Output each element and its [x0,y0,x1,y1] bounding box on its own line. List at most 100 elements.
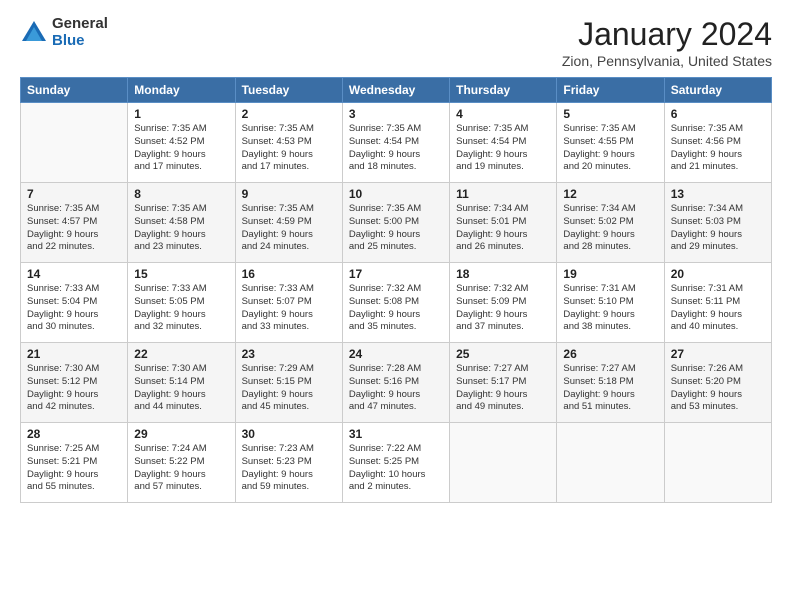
day-number: 29 [134,427,228,441]
day-info: Sunrise: 7:33 AM Sunset: 5:05 PM Dayligh… [134,283,228,334]
day-cell: 26 Sunrise: 7:27 AM Sunset: 5:18 PM Dayli… [557,343,664,423]
day-info: Sunrise: 7:35 AM Sunset: 4:53 PM Dayligh… [242,123,336,174]
col-tuesday: Tuesday [235,78,342,103]
week-row-1: 1 Sunrise: 7:35 AM Sunset: 4:52 PM Daylig… [21,103,772,183]
day-info: Sunrise: 7:35 AM Sunset: 4:57 PM Dayligh… [27,203,121,254]
day-info: Sunrise: 7:35 AM Sunset: 4:59 PM Dayligh… [242,203,336,254]
day-cell: 1 Sunrise: 7:35 AM Sunset: 4:52 PM Daylig… [128,103,235,183]
logo-icon [20,19,48,47]
day-info: Sunrise: 7:26 AM Sunset: 5:20 PM Dayligh… [671,363,765,414]
day-number: 10 [349,187,443,201]
day-cell: 20 Sunrise: 7:31 AM Sunset: 5:11 PM Dayli… [664,263,771,343]
day-cell: 17 Sunrise: 7:32 AM Sunset: 5:08 PM Dayli… [342,263,449,343]
day-cell: 31 Sunrise: 7:22 AM Sunset: 5:25 PM Dayli… [342,423,449,503]
day-cell: 4Sunrise: 7:35 AM Sunset: 4:54 PM Daylig… [450,103,557,183]
day-cell: 10Sunrise: 7:35 AM Sunset: 5:00 PM Dayli… [342,183,449,263]
day-number: 8 [134,187,228,201]
calendar-page: General Blue January 2024 Zion, Pennsylv… [0,0,792,612]
day-number: 31 [349,427,443,441]
day-number: 3 [349,107,443,121]
week-row-5: 28Sunrise: 7:25 AM Sunset: 5:21 PM Dayli… [21,423,772,503]
day-info: Sunrise: 7:35 AM Sunset: 4:52 PM Dayligh… [134,123,228,174]
day-info: Sunrise: 7:33 AM Sunset: 5:07 PM Dayligh… [242,283,336,334]
day-info: Sunrise: 7:35 AM Sunset: 4:56 PM Dayligh… [671,123,765,174]
day-info: Sunrise: 7:34 AM Sunset: 5:03 PM Dayligh… [671,203,765,254]
day-info: Sunrise: 7:32 AM Sunset: 5:08 PM Dayligh… [349,283,443,334]
day-number: 20 [671,267,765,281]
day-info: Sunrise: 7:34 AM Sunset: 5:01 PM Dayligh… [456,203,550,254]
day-cell: 6 Sunrise: 7:35 AM Sunset: 4:56 PM Daylig… [664,103,771,183]
logo-text: General Blue [52,16,108,49]
day-number: 27 [671,347,765,361]
day-number: 15 [134,267,228,281]
day-info: Sunrise: 7:34 AM Sunset: 5:02 PM Dayligh… [563,203,657,254]
day-number: 9 [242,187,336,201]
header: General Blue January 2024 Zion, Pennsylv… [20,16,772,69]
day-info: Sunrise: 7:28 AM Sunset: 5:16 PM Dayligh… [349,363,443,414]
day-cell: 16 Sunrise: 7:33 AM Sunset: 5:07 PM Dayli… [235,263,342,343]
location-subtitle: Zion, Pennsylvania, United States [562,53,772,69]
day-info: Sunrise: 7:33 AM Sunset: 5:04 PM Dayligh… [27,283,121,334]
header-row: Sunday Monday Tuesday Wednesday Thursday… [21,78,772,103]
month-title: January 2024 [562,16,772,53]
week-row-3: 14 Sunrise: 7:33 AM Sunset: 5:04 PM Dayli… [21,263,772,343]
day-number: 17 [349,267,443,281]
day-number: 12 [563,187,657,201]
day-info: Sunrise: 7:30 AM Sunset: 5:12 PM Dayligh… [27,363,121,414]
day-cell: 8 Sunrise: 7:35 AM Sunset: 4:58 PM Daylig… [128,183,235,263]
day-number: 28 [27,427,121,441]
day-cell: 7Sunrise: 7:35 AM Sunset: 4:57 PM Daylig… [21,183,128,263]
day-info: Sunrise: 7:27 AM Sunset: 5:18 PM Dayligh… [563,363,657,414]
day-cell: 28Sunrise: 7:25 AM Sunset: 5:21 PM Dayli… [21,423,128,503]
day-info: Sunrise: 7:35 AM Sunset: 4:55 PM Dayligh… [563,123,657,174]
day-number: 26 [563,347,657,361]
day-cell: 9 Sunrise: 7:35 AM Sunset: 4:59 PM Daylig… [235,183,342,263]
day-number: 25 [456,347,550,361]
day-cell: 22Sunrise: 7:30 AM Sunset: 5:14 PM Dayli… [128,343,235,423]
day-cell: 30Sunrise: 7:23 AM Sunset: 5:23 PM Dayli… [235,423,342,503]
day-number: 4 [456,107,550,121]
day-cell: 25 Sunrise: 7:27 AM Sunset: 5:17 PM Dayli… [450,343,557,423]
day-number: 23 [242,347,336,361]
day-info: Sunrise: 7:24 AM Sunset: 5:22 PM Dayligh… [134,443,228,494]
day-number: 16 [242,267,336,281]
day-cell: 3 Sunrise: 7:35 AM Sunset: 4:54 PM Daylig… [342,103,449,183]
title-block: January 2024 Zion, Pennsylvania, United … [562,16,772,69]
day-cell: 27 Sunrise: 7:26 AM Sunset: 5:20 PM Dayli… [664,343,771,423]
day-cell: 15 Sunrise: 7:33 AM Sunset: 5:05 PM Dayli… [128,263,235,343]
day-number: 21 [27,347,121,361]
day-info: Sunrise: 7:23 AM Sunset: 5:23 PM Dayligh… [242,443,336,494]
day-info: Sunrise: 7:35 AM Sunset: 4:54 PM Dayligh… [349,123,443,174]
day-number: 5 [563,107,657,121]
day-cell: 18Sunrise: 7:32 AM Sunset: 5:09 PM Dayli… [450,263,557,343]
day-info: Sunrise: 7:31 AM Sunset: 5:11 PM Dayligh… [671,283,765,334]
day-cell [557,423,664,503]
logo-general: General [52,15,108,32]
day-cell: 13Sunrise: 7:34 AM Sunset: 5:03 PM Dayli… [664,183,771,263]
day-cell [21,103,128,183]
col-friday: Friday [557,78,664,103]
day-info: Sunrise: 7:35 AM Sunset: 4:58 PM Dayligh… [134,203,228,254]
week-row-2: 7Sunrise: 7:35 AM Sunset: 4:57 PM Daylig… [21,183,772,263]
day-number: 2 [242,107,336,121]
day-number: 6 [671,107,765,121]
day-cell: 5 Sunrise: 7:35 AM Sunset: 4:55 PM Daylig… [557,103,664,183]
col-sunday: Sunday [21,78,128,103]
day-cell [664,423,771,503]
calendar-table: Sunday Monday Tuesday Wednesday Thursday… [20,77,772,503]
day-number: 22 [134,347,228,361]
day-cell [450,423,557,503]
col-wednesday: Wednesday [342,78,449,103]
day-number: 19 [563,267,657,281]
day-info: Sunrise: 7:27 AM Sunset: 5:17 PM Dayligh… [456,363,550,414]
day-number: 14 [27,267,121,281]
day-cell: 19Sunrise: 7:31 AM Sunset: 5:10 PM Dayli… [557,263,664,343]
col-saturday: Saturday [664,78,771,103]
day-cell: 2 Sunrise: 7:35 AM Sunset: 4:53 PM Daylig… [235,103,342,183]
day-info: Sunrise: 7:29 AM Sunset: 5:15 PM Dayligh… [242,363,336,414]
day-info: Sunrise: 7:22 AM Sunset: 5:25 PM Dayligh… [349,443,443,494]
day-cell: 14 Sunrise: 7:33 AM Sunset: 5:04 PM Dayli… [21,263,128,343]
day-cell: 29 Sunrise: 7:24 AM Sunset: 5:22 PM Dayli… [128,423,235,503]
day-number: 1 [134,107,228,121]
week-row-4: 21 Sunrise: 7:30 AM Sunset: 5:12 PM Dayli… [21,343,772,423]
